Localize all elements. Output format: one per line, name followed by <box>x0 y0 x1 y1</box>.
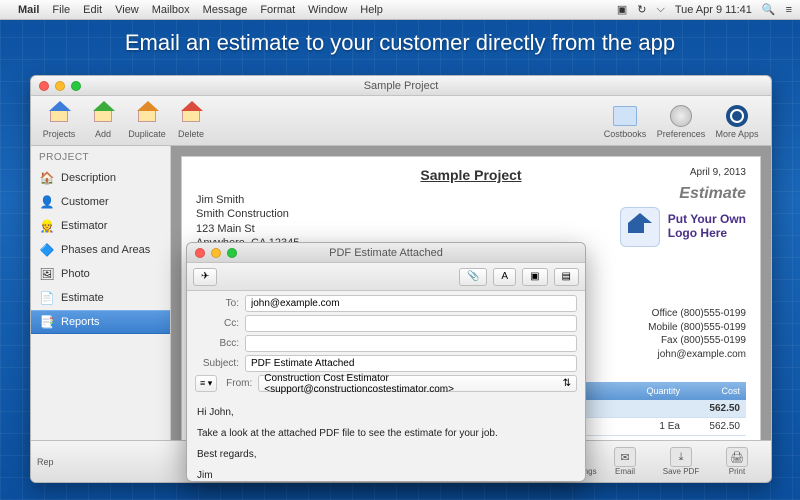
sidebar-item-customer[interactable]: 👤Customer <box>31 190 170 214</box>
header-options-button[interactable]: ≡ ▾ <box>195 375 217 392</box>
reports-icon: 📑 <box>39 314 55 330</box>
bcc-label: Bcc: <box>195 338 239 349</box>
sync-icon[interactable]: ↻ <box>637 3 646 16</box>
photo-icon: ▣ <box>530 271 539 282</box>
sidebar-item-estimate[interactable]: 📄Estimate <box>31 286 170 310</box>
to-field[interactable] <box>245 295 577 312</box>
marketing-tagline: Email an estimate to your customer direc… <box>0 20 800 68</box>
save-pdf-button[interactable]: ⤓Save PDF <box>653 447 709 476</box>
from-label: From: <box>222 378 252 389</box>
spotlight-icon[interactable]: 🔍 <box>762 3 776 16</box>
font-button[interactable]: A <box>493 268 516 286</box>
toolbar-costbooks-button[interactable]: Costbooks <box>597 103 653 139</box>
stationery-icon: ▤ <box>562 271 571 282</box>
customer-icon: 👤 <box>39 194 55 210</box>
toolbar-delete-button[interactable]: Delete <box>169 103 213 139</box>
sidebar-item-reports[interactable]: 📑Reports <box>31 310 170 334</box>
mail-toolbar: ✈ 📎 A ▣ ▤ <box>187 263 585 291</box>
airplay-icon[interactable]: ▣ <box>617 3 627 16</box>
house-icon: 🏠 <box>39 170 55 186</box>
logo-placeholder-icon <box>620 207 660 247</box>
from-select[interactable]: Construction Cost Estimator <support@con… <box>258 375 577 392</box>
menu-view[interactable]: View <box>115 4 139 16</box>
app-window-title: Sample Project <box>31 80 771 92</box>
toolbar-duplicate-button[interactable]: Duplicate <box>125 103 169 139</box>
sidebar-item-description[interactable]: 🏠Description <box>31 166 170 190</box>
app-titlebar[interactable]: Sample Project <box>31 76 771 96</box>
paperclip-icon: 📎 <box>467 271 479 282</box>
chevron-updown-icon: ⇅ <box>563 378 571 389</box>
envelope-icon: ✉ <box>614 447 636 467</box>
to-label: To: <box>195 298 239 309</box>
attach-button[interactable]: 📎 <box>459 268 487 286</box>
sidebar-header: PROJECT <box>31 146 170 166</box>
pdf-icon: ⤓ <box>670 447 692 467</box>
menu-mailbox[interactable]: Mailbox <box>152 4 190 16</box>
customer-contact-block: Office (800)555-0199 Mobile (800)555-019… <box>648 307 746 361</box>
photo-browser-button[interactable]: ▣ <box>522 268 547 286</box>
printer-icon: 🖨 <box>726 447 748 467</box>
project-sidebar: PROJECT 🏠Description 👤Customer 👷Estimato… <box>31 146 171 482</box>
notification-center-icon[interactable]: ≡ <box>786 4 792 16</box>
estimate-icon: 📄 <box>39 290 55 306</box>
mail-titlebar[interactable]: PDF Estimate Attached <box>187 243 585 263</box>
phases-icon: 🔷 <box>39 242 55 258</box>
wifi-icon[interactable]: ⌵ <box>656 3 664 16</box>
subject-field[interactable] <box>245 355 577 372</box>
subject-label: Subject: <box>195 358 239 369</box>
print-button[interactable]: 🖨Print <box>709 447 765 476</box>
estimate-heading: Estimate <box>620 185 746 203</box>
app-menu[interactable]: Mail <box>18 4 39 16</box>
font-icon: A <box>501 271 508 282</box>
mail-body-editor[interactable]: Hi John, Take a look at the attached PDF… <box>187 399 585 482</box>
app-toolbar: Projects Add Duplicate Delete Costbooks … <box>31 96 771 146</box>
menu-format[interactable]: Format <box>260 4 295 16</box>
photo-icon: 🖼 <box>39 266 55 282</box>
paper-plane-icon: ✈ <box>201 271 209 282</box>
sidebar-item-phases[interactable]: 🔷Phases and Areas <box>31 238 170 262</box>
logo-placeholder-text: Put Your OwnLogo Here <box>668 213 746 241</box>
sidebar-item-photo[interactable]: 🖼Photo <box>31 262 170 286</box>
toolbar-preferences-button[interactable]: Preferences <box>653 103 709 139</box>
toolbar-add-button[interactable]: Add <box>81 103 125 139</box>
cc-label: Cc: <box>195 318 239 329</box>
menu-window[interactable]: Window <box>308 4 347 16</box>
doc-title: Sample Project <box>196 167 746 183</box>
send-button[interactable]: ✈ <box>193 268 217 286</box>
toolbar-projects-button[interactable]: Projects <box>37 103 81 139</box>
toolbar-more-apps-button[interactable]: More Apps <box>709 103 765 139</box>
doc-date: April 9, 2013 <box>690 167 746 178</box>
menu-edit[interactable]: Edit <box>83 4 102 16</box>
mail-compose-window: PDF Estimate Attached ✈ 📎 A ▣ ▤ To: Cc: … <box>186 242 586 482</box>
menu-help[interactable]: Help <box>360 4 383 16</box>
mail-window-title: PDF Estimate Attached <box>187 247 585 259</box>
mac-menubar: Mail File Edit View Mailbox Message Form… <box>0 0 800 20</box>
cc-field[interactable] <box>245 315 577 332</box>
mail-header-fields: To: Cc: Bcc: Subject: ≡ ▾ From: Construc… <box>187 291 585 399</box>
sidebar-item-estimator[interactable]: 👷Estimator <box>31 214 170 238</box>
stationery-button[interactable]: ▤ <box>554 268 579 286</box>
email-button[interactable]: ✉Email <box>597 447 653 476</box>
menubar-clock[interactable]: Tue Apr 9 11:41 <box>675 4 752 16</box>
estimator-icon: 👷 <box>39 218 55 234</box>
menu-file[interactable]: File <box>52 4 70 16</box>
menu-message[interactable]: Message <box>203 4 248 16</box>
bcc-field[interactable] <box>245 335 577 352</box>
